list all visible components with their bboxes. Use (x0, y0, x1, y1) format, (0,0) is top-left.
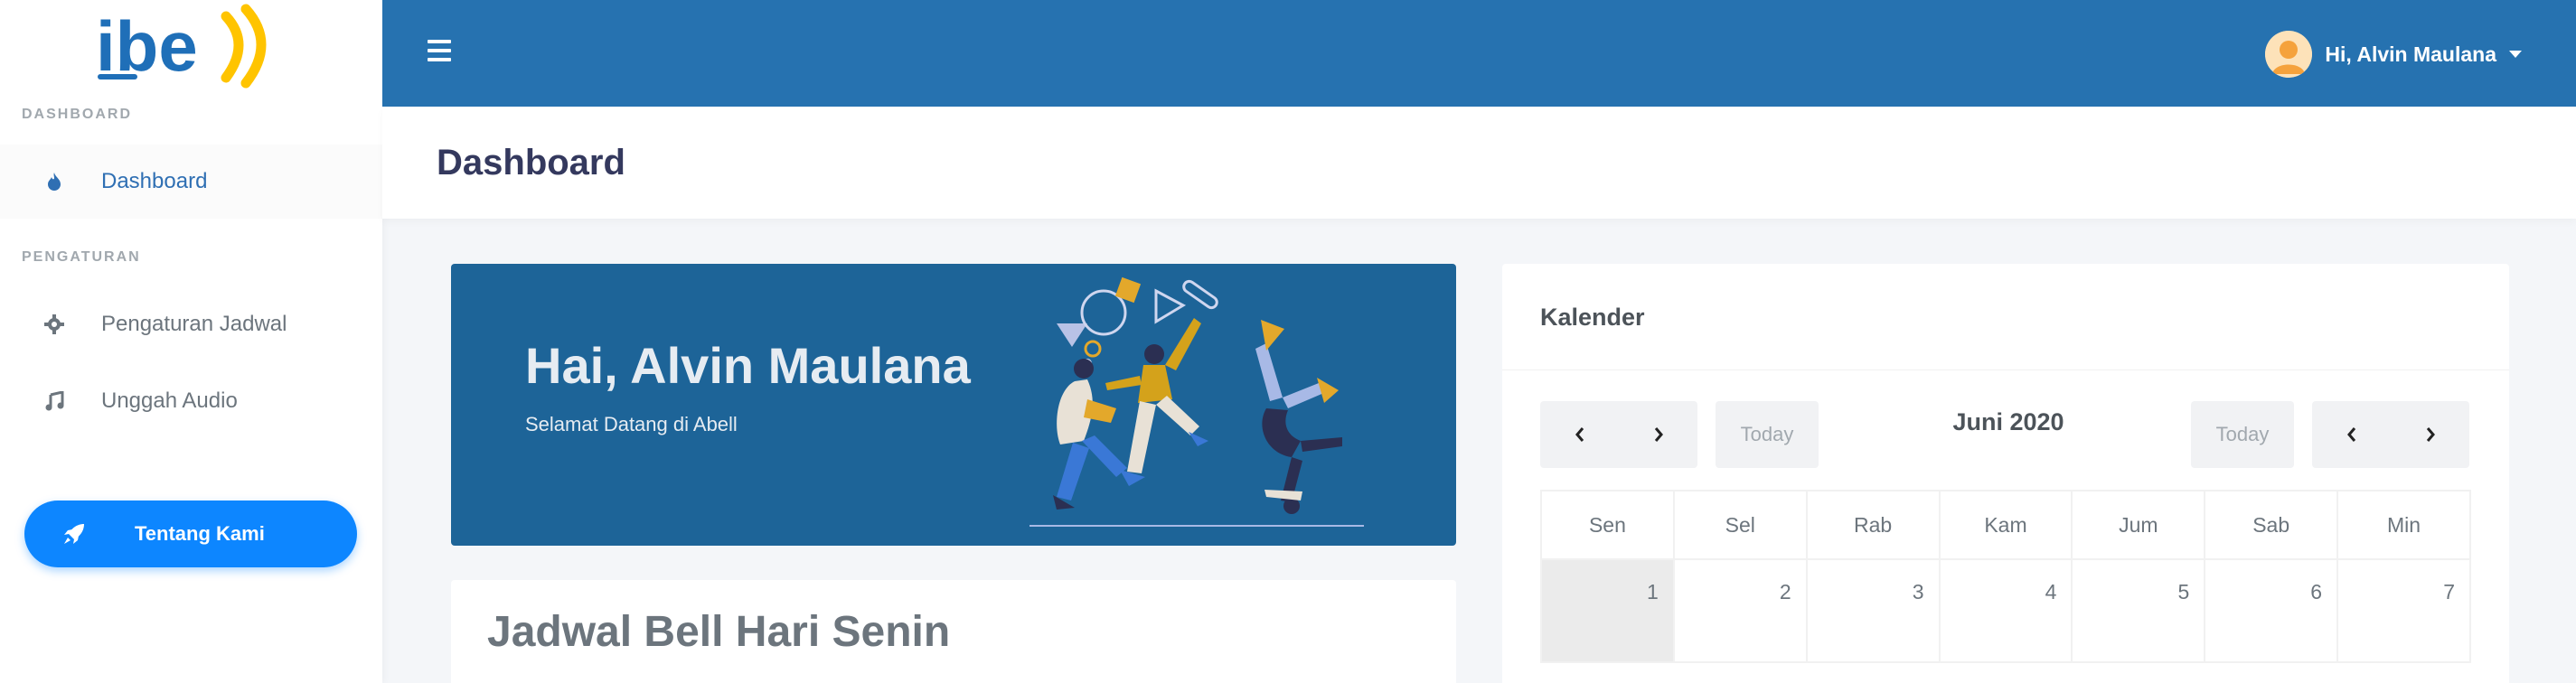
music-icon (36, 391, 72, 411)
weekday-header: Sel (1672, 490, 1808, 560)
calendar-day-cell[interactable]: 7 (2336, 558, 2471, 663)
svg-text:ibe: ibe (96, 6, 198, 86)
calendar-week-row: 1 2 3 4 5 6 7 (1540, 558, 2471, 663)
calendar-nav-left (1540, 401, 1697, 468)
calendar-day-cell[interactable]: 3 (1805, 558, 1941, 663)
sidebar-item-dashboard[interactable]: Dashboard (0, 145, 382, 219)
menu-header-pengaturan: PENGATURAN (22, 249, 141, 265)
app-logo[interactable]: ibe (90, 0, 289, 95)
weekday-header: Rab (1805, 490, 1941, 560)
next-month-button[interactable] (1619, 401, 1697, 468)
calendar-nav-right (2312, 401, 2469, 468)
calendar-day-cell[interactable]: 1 (1540, 558, 1675, 663)
calendar-day-cell[interactable]: 2 (1672, 558, 1808, 663)
chevron-left-icon (1575, 427, 1584, 442)
sidebar-item-unggah-audio[interactable]: Unggah Audio (0, 364, 382, 438)
calendar-day-cell[interactable]: 4 (1938, 558, 2073, 663)
welcome-banner: Hai, Alvin Maulana Selamat Datang di Abe… (451, 264, 1456, 546)
chevron-left-icon (2346, 427, 2355, 442)
sidebar-item-label: Pengaturan Jadwal (101, 312, 287, 336)
weekday-header: Sen (1540, 490, 1675, 560)
bell-schedule-card: Jadwal Bell Hari Senin (451, 580, 1456, 683)
dancing-people-illustration (1029, 264, 1427, 546)
rocket-icon (62, 522, 86, 546)
menu-header-dashboard: DASHBOARD (22, 107, 132, 122)
avatar (2265, 31, 2313, 78)
welcome-title: Hai, Alvin Maulana (525, 337, 971, 394)
prev-month-button[interactable] (1540, 401, 1619, 468)
section-header: Dashboard (382, 107, 2576, 219)
sidebar: ibe DASHBOARD Dashboard PENGATURAN Penga… (0, 0, 382, 683)
prev-month-button[interactable] (2312, 401, 2391, 468)
topbar: Hi, Alvin Maulana (382, 0, 2576, 107)
weekday-header: Jum (2071, 490, 2206, 560)
calendar-day-cell[interactable]: 6 (2204, 558, 2339, 663)
user-greeting: Hi, Alvin Maulana (2325, 42, 2496, 66)
user-menu[interactable]: Hi, Alvin Maulana (2265, 31, 2522, 78)
today-button-right[interactable]: Today (2191, 401, 2294, 468)
welcome-subtitle: Selamat Datang di Abell (525, 413, 738, 435)
sidebar-item-pengaturan-jadwal[interactable]: Pengaturan Jadwal (0, 287, 382, 361)
hamburger-menu-icon[interactable] (428, 40, 451, 61)
today-button-left[interactable]: Today (1716, 401, 1819, 468)
chevron-right-icon (1654, 427, 1663, 442)
calendar-grid: Sen Sel Rab Kam Jum Sab Min 1 2 3 4 5 6 … (1540, 490, 2471, 663)
chevron-right-icon (2426, 427, 2435, 442)
about-us-button[interactable]: Tentang Kami (24, 501, 357, 567)
bell-schedule-title: Jadwal Bell Hari Senin (487, 608, 951, 656)
calendar-month-label: Juni 2020 (1952, 408, 2064, 435)
calendar-title: Kalender (1540, 304, 1645, 331)
weekday-header: Sab (2204, 490, 2339, 560)
sidebar-item-label: Dashboard (101, 169, 208, 193)
about-us-label: Tentang Kami (135, 522, 265, 545)
chevron-down-icon (2509, 51, 2522, 58)
calendar-card: Kalender Today Juni 2020 Today Sen Sel R… (1502, 264, 2509, 683)
next-month-button[interactable] (2391, 401, 2469, 468)
gear-icon (36, 314, 72, 334)
weekday-header: Kam (1938, 490, 2073, 560)
weekday-header-row: Sen Sel Rab Kam Jum Sab Min (1540, 490, 2471, 560)
sidebar-item-label: Unggah Audio (101, 388, 238, 413)
page-title: Dashboard (437, 143, 625, 182)
fire-icon (36, 173, 72, 191)
calendar-day-cell[interactable]: 5 (2071, 558, 2206, 663)
weekday-header: Min (2336, 490, 2471, 560)
